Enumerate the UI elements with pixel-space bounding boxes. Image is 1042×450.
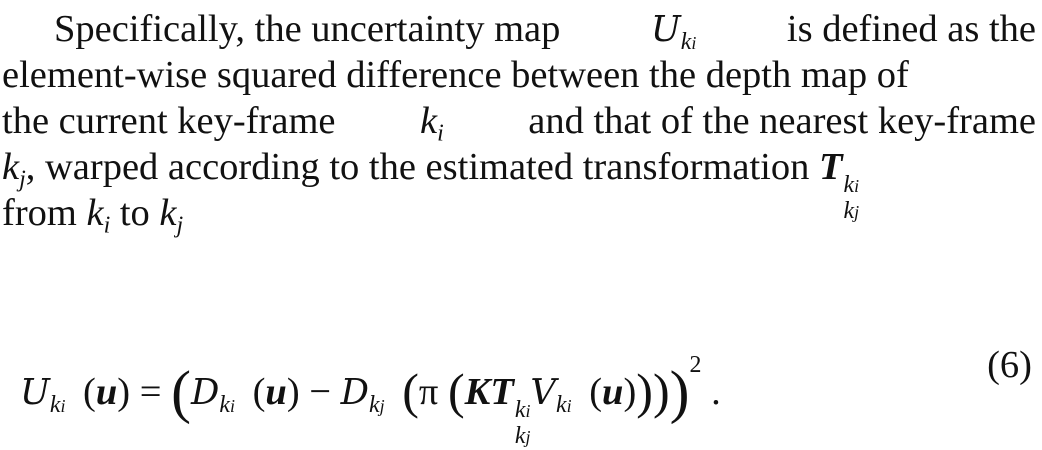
uncertainty-map-symbol: Uki bbox=[20, 372, 66, 418]
projection-symbol: π bbox=[418, 371, 439, 414]
paragraph-line-3: the current key-frame ki and that of the… bbox=[2, 98, 1036, 147]
bracket: ( bbox=[171, 358, 191, 425]
text-fragment: and that of the nearest key-frame bbox=[528, 100, 1036, 142]
paragraph-line-2: element-wise squared difference between … bbox=[2, 54, 909, 96]
transformation-symbol: Tki kj bbox=[490, 371, 531, 450]
keyframe-symbol: ki bbox=[86, 192, 111, 239]
text-fragment: is defined as the bbox=[786, 8, 1036, 50]
text-fragment: the current key-frame bbox=[2, 100, 336, 142]
transformation-symbol: Tki kj bbox=[819, 146, 860, 225]
equation-number: (6) bbox=[987, 344, 1032, 386]
depth-symbol: Dki bbox=[190, 372, 235, 418]
pixel-symbol: u bbox=[95, 371, 118, 414]
text-fragment: to bbox=[119, 192, 150, 234]
paragraph-line-4: kj, warped according to the estimated tr… bbox=[2, 144, 1036, 225]
paragraph: Specifically, the uncertainty map Uki is… bbox=[2, 6, 1036, 239]
paragraph-line-5: from ki to kj bbox=[2, 190, 1036, 239]
text-fragment: Specifically, the uncertainty map bbox=[54, 8, 561, 50]
paragraph-line-1: Specifically, the uncertainty map Uki is… bbox=[2, 6, 1036, 55]
keyframe-symbol: kj bbox=[159, 192, 184, 239]
keyframe-symbol: kj bbox=[2, 146, 26, 193]
period: . bbox=[711, 371, 721, 414]
equation-body: Uki (u) = (Dki (u) − Dkj (π (KT ki kj Vki (… bbox=[20, 352, 721, 450]
keyframe-symbol: ki bbox=[420, 100, 444, 147]
equals-sign: = bbox=[139, 371, 162, 414]
equation-6: Uki (u) = (Dki (u) − Dkj (π (KT ki kj Vki (… bbox=[0, 322, 1042, 449]
uncertainty-map-symbol: Uki bbox=[650, 9, 697, 55]
exponent: 2 bbox=[689, 352, 702, 378]
depth-symbol: Dkj bbox=[340, 372, 385, 418]
intrinsics-symbol: K bbox=[464, 371, 491, 414]
text-fragment: , warped according to the estimated tran… bbox=[25, 146, 810, 188]
minus-sign: − bbox=[309, 371, 331, 414]
vertex-map-symbol: Vki bbox=[530, 372, 572, 418]
text-fragment: from bbox=[2, 192, 77, 234]
